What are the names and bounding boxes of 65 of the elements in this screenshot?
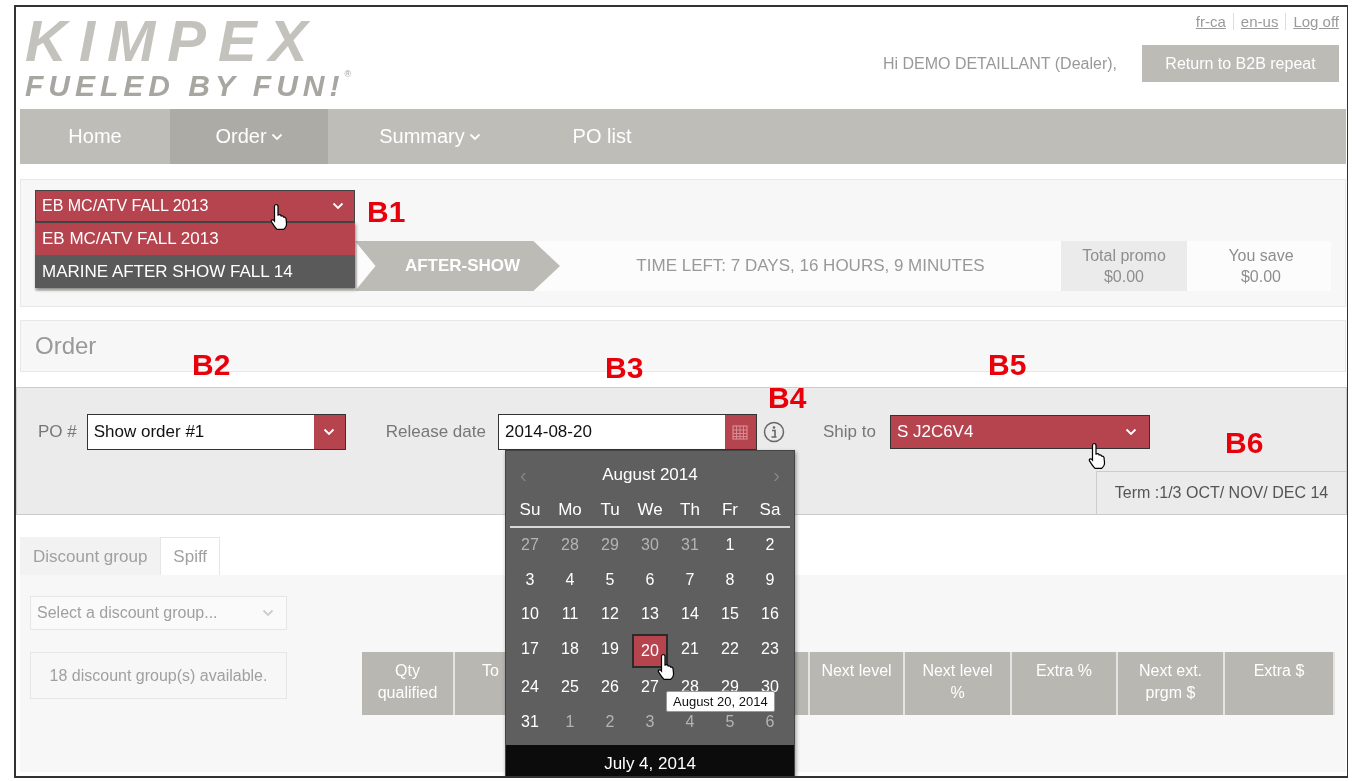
calendar-day[interactable]: 12 (590, 597, 630, 632)
total-label: Total promo (1082, 246, 1166, 266)
calendar-day[interactable]: 6 (630, 562, 670, 597)
logo-wordmark: KIMPEX (25, 13, 321, 69)
date-tooltip: August 20, 2014 (666, 691, 775, 712)
ship-to-select[interactable]: S J2C6V4 (889, 415, 1150, 449)
weekday-label: Sa (750, 494, 790, 528)
calendar-day[interactable]: 3 (510, 562, 550, 597)
calendar-day[interactable]: 7 (670, 562, 710, 597)
calendar-day[interactable]: 13 (630, 597, 670, 632)
logo-tagline: FUELED BY FUN! (25, 69, 345, 103)
annotation-label: B4 (768, 383, 807, 413)
available-groups-text: 18 discount group(s) available. (30, 652, 287, 699)
release-date-label: Release date (385, 422, 486, 442)
chevron-icon (332, 202, 344, 210)
ship-to-label: Ship to (822, 422, 876, 442)
term-text: Term :1/3 OCT/ NOV/ DEC 14 (1096, 471, 1346, 514)
calendar-day[interactable]: 26 (590, 670, 630, 705)
column-header: Extra % (1012, 652, 1118, 715)
calendar-day[interactable]: 11 (550, 597, 590, 632)
calendar-day[interactable]: 10 (510, 597, 550, 632)
total-label: You save (1228, 246, 1294, 266)
order-title: Order (35, 331, 97, 361)
annotation-label: B6 (1225, 428, 1264, 458)
total-value: $0.00 (1103, 267, 1144, 287)
calendar-day[interactable]: 20 (632, 633, 668, 668)
chevron-icon (1124, 428, 1137, 436)
column-header: Qty qualified (362, 652, 455, 715)
calendar-day[interactable]: 14 (670, 597, 710, 632)
calendar-day[interactable]: 24 (510, 670, 550, 705)
dropdown-option[interactable]: MARINE AFTER SHOW FALL 14 (35, 255, 355, 288)
calendar-day[interactable]: 16 (750, 597, 790, 632)
column-header: Extra $ (1225, 652, 1335, 715)
calendar-month: August 2014 (602, 465, 698, 485)
calendar-day[interactable]: 8 (710, 562, 750, 597)
weekday-label: Tu (590, 494, 630, 528)
time-left-text: TIME LEFT: 7 DAYS, 16 HOURS, 9 MINUTES (635, 255, 986, 277)
today-button[interactable]: July 4, 2014 (506, 745, 794, 776)
calendar-day[interactable]: 15 (710, 597, 750, 632)
calendar-day[interactable]: 2 (750, 528, 790, 563)
chevron-icon (262, 609, 274, 617)
annotation-label: B1 (367, 197, 406, 227)
info-icon[interactable] (762, 421, 785, 443)
dropdown-option[interactable]: EB MC/ATV FALL 2013 (35, 222, 355, 255)
greeting-text: Hi DEMO DETAILLANT (Dealer), (882, 54, 1117, 73)
annotation-label: B5 (988, 350, 1027, 380)
column-header: Next ext. prgm $ (1118, 652, 1225, 715)
calendar-day[interactable]: 9 (750, 562, 790, 597)
calendar-day[interactable]: 1 (710, 528, 750, 563)
column-header: Next level (810, 652, 905, 715)
registered-mark: ® (344, 69, 352, 79)
annotation-label: B3 (605, 353, 644, 383)
annotation-label: B2 (192, 350, 231, 380)
column-header: Next level % (905, 652, 1012, 715)
weekday-label: Su (510, 494, 550, 528)
calendar-day[interactable]: 4 (550, 562, 590, 597)
program-select[interactable]: EB MC/ATV FALL 2013 (35, 190, 355, 222)
weekday-label: Mo (550, 494, 590, 528)
weekday-label: Th (670, 494, 710, 528)
total-value: $0.00 (1240, 267, 1281, 287)
calendar-day[interactable]: 25 (550, 670, 590, 705)
po-label: PO # (38, 422, 77, 442)
weekday-label: We (630, 494, 670, 528)
calendar-day[interactable]: 5 (590, 562, 630, 597)
weekday-label: Fr (710, 494, 750, 528)
